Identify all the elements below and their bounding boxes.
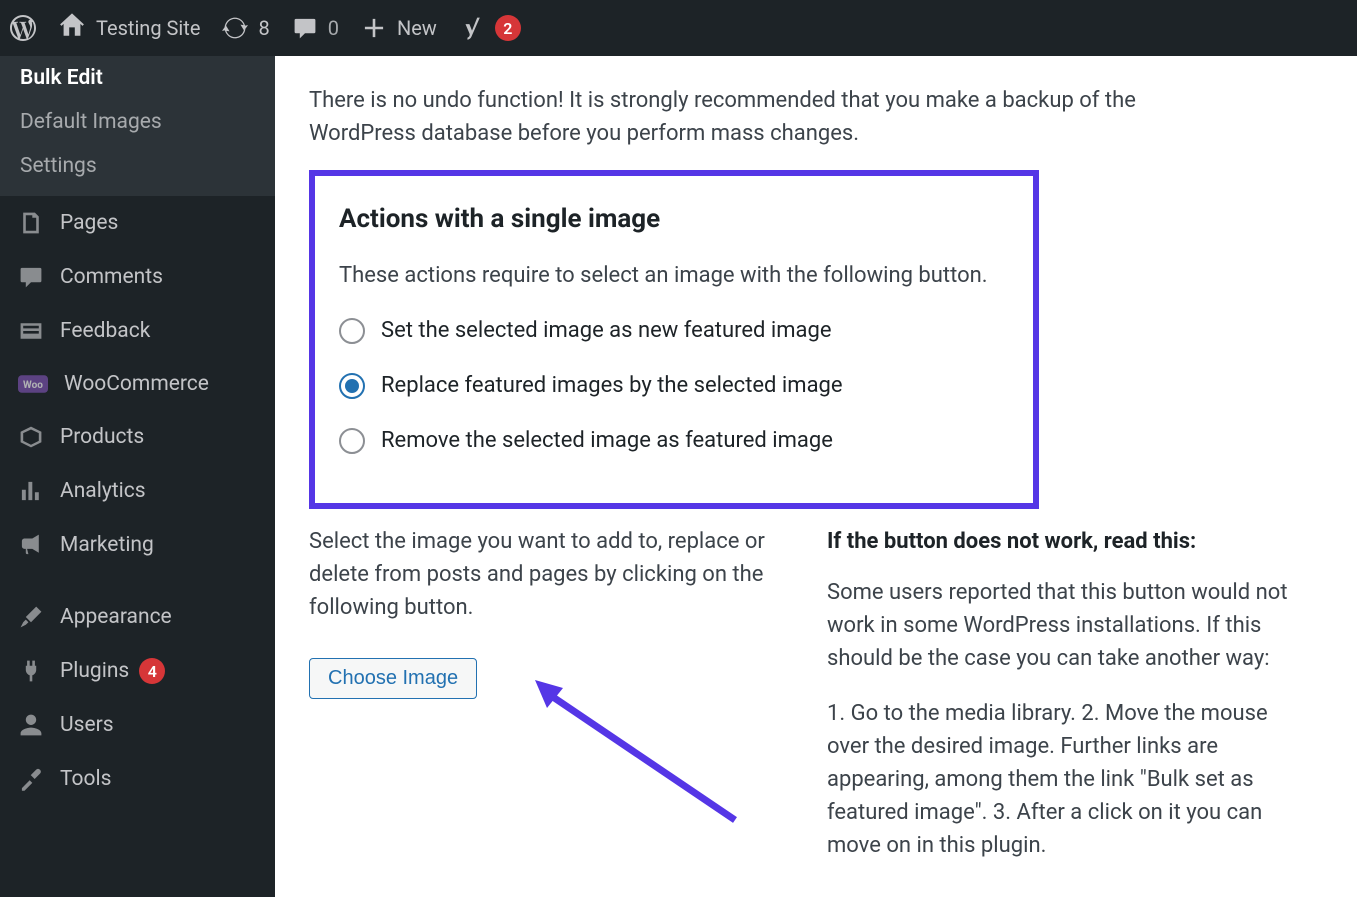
radio-set-featured[interactable]: Set the selected image as new featured i… <box>339 314 1009 347</box>
sidebar-item-comments[interactable]: Comments <box>0 250 275 304</box>
new-content[interactable]: New <box>361 15 437 41</box>
right-p2: 1. Go to the media library. 2. Move the … <box>827 697 1297 862</box>
sidebar-label: Appearance <box>60 605 257 629</box>
yoast-badge: 2 <box>495 15 521 41</box>
sidebar-item-analytics[interactable]: Analytics <box>0 464 275 518</box>
main-content: There is no undo function! It is strongl… <box>275 56 1357 897</box>
updates-link[interactable]: 8 <box>222 15 269 41</box>
products-icon <box>18 424 44 450</box>
brush-icon <box>18 604 44 630</box>
box-description: These actions require to select an image… <box>339 259 1009 292</box>
sidebar-label: WooCommerce <box>64 372 257 396</box>
sidebar-item-products[interactable]: Products <box>0 410 275 464</box>
sidebar-label: Marketing <box>60 533 257 557</box>
yoast-icon <box>459 15 485 41</box>
sidebar-label: Analytics <box>60 479 257 503</box>
site-home[interactable]: Testing Site <box>58 12 200 45</box>
analytics-icon <box>18 478 44 504</box>
sidebar-label: Feedback <box>60 319 257 343</box>
comments-link[interactable]: 0 <box>292 15 339 41</box>
left-column: Select the image you want to add to, rep… <box>309 525 779 884</box>
user-icon <box>18 712 44 738</box>
plug-icon <box>18 658 44 684</box>
radio-remove-label: Remove the selected image as featured im… <box>381 424 833 457</box>
sidebar-item-marketing[interactable]: Marketing <box>0 518 275 572</box>
sidebar-item-plugins[interactable]: Plugins 4 <box>0 644 275 698</box>
woo-icon: Woo <box>18 375 48 393</box>
right-p1: Some users reported that this button wou… <box>827 576 1297 675</box>
right-heading: If the button does not work, read this: <box>827 525 1297 558</box>
left-instruction: Select the image you want to add to, rep… <box>309 525 779 624</box>
yoast-menu[interactable]: 2 <box>459 15 521 41</box>
svg-text:Woo: Woo <box>23 380 43 391</box>
sidebar-item-pages[interactable]: Pages <box>0 196 275 250</box>
sidebar-label: Pages <box>60 211 257 235</box>
sidebar-label: Products <box>60 425 257 449</box>
comment-icon <box>18 264 44 290</box>
updates-count: 8 <box>258 16 269 40</box>
comments-count: 0 <box>328 16 339 40</box>
site-name: Testing Site <box>96 16 200 40</box>
sidebar-label: Tools <box>60 767 257 791</box>
submenu-default-images[interactable]: Default Images <box>0 100 275 144</box>
two-column-row: Select the image you want to add to, rep… <box>309 525 1323 884</box>
radio-remove-input[interactable] <box>339 428 365 454</box>
feedback-icon <box>18 318 44 344</box>
plugins-update-badge: 4 <box>139 658 165 684</box>
wp-logo[interactable] <box>10 15 36 41</box>
sidebar-item-feedback[interactable]: Feedback <box>0 304 275 358</box>
admin-bar: Testing Site 8 0 New 2 <box>0 0 1357 56</box>
radio-replace-label: Replace featured images by the selected … <box>381 369 843 402</box>
admin-sidebar: Bulk Edit Default Images Settings Pages … <box>0 56 275 897</box>
right-column: If the button does not work, read this: … <box>827 525 1297 884</box>
sidebar-item-woocommerce[interactable]: Woo WooCommerce <box>0 358 275 410</box>
comment-icon <box>292 15 318 41</box>
home-icon <box>58 12 86 45</box>
submenu-bulk-edit[interactable]: Bulk Edit <box>0 56 275 100</box>
radio-set-input[interactable] <box>339 318 365 344</box>
box-heading: Actions with a single image <box>339 200 1009 239</box>
radio-set-label: Set the selected image as new featured i… <box>381 314 832 347</box>
plus-icon <box>361 15 387 41</box>
choose-image-button[interactable]: Choose Image <box>309 658 477 699</box>
wrench-icon <box>18 766 44 792</box>
update-icon <box>222 15 248 41</box>
warning-text: There is no undo function! It is strongl… <box>309 84 1229 150</box>
actions-single-image-box: Actions with a single image These action… <box>309 170 1039 509</box>
wordpress-icon <box>10 15 36 41</box>
sidebar-item-tools[interactable]: Tools <box>0 752 275 806</box>
sidebar-label: Comments <box>60 265 257 289</box>
sidebar-item-appearance[interactable]: Appearance <box>0 590 275 644</box>
radio-replace-featured[interactable]: Replace featured images by the selected … <box>339 369 1009 402</box>
sidebar-label: Plugins 4 <box>60 658 257 684</box>
megaphone-icon <box>18 532 44 558</box>
submenu-settings[interactable]: Settings <box>0 144 275 188</box>
pages-icon <box>18 210 44 236</box>
radio-replace-input[interactable] <box>339 373 365 399</box>
new-label: New <box>397 16 437 40</box>
radio-remove-featured[interactable]: Remove the selected image as featured im… <box>339 424 1009 457</box>
sidebar-label: Users <box>60 713 257 737</box>
sidebar-submenu: Bulk Edit Default Images Settings <box>0 56 275 196</box>
sidebar-item-users[interactable]: Users <box>0 698 275 752</box>
